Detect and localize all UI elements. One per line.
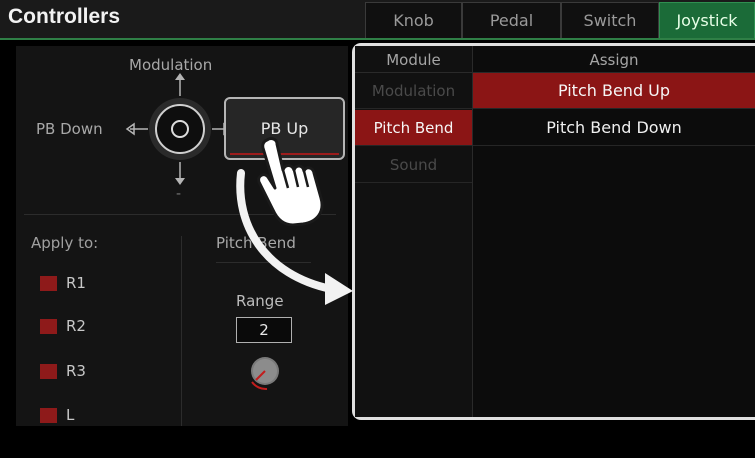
region-l-label: L	[66, 406, 75, 424]
assign-header: Assign	[589, 51, 639, 69]
region-r2-checkbox[interactable]	[40, 319, 57, 334]
tab-joystick[interactable]: Joystick	[659, 2, 755, 38]
range-value-field[interactable]: 2	[236, 317, 292, 343]
module-item-sound[interactable]: Sound	[355, 147, 472, 183]
region-l-checkbox[interactable]	[40, 408, 57, 423]
page-title: Controllers	[8, 5, 121, 28]
module-item-pitch-bend[interactable]: Pitch Bend	[355, 110, 472, 146]
tab-switch[interactable]: Switch	[561, 2, 659, 38]
region-r1-label: R1	[66, 274, 86, 292]
column-divider	[181, 236, 182, 426]
apply-to-label: Apply to:	[31, 234, 99, 252]
module-header: Module	[386, 51, 441, 69]
region-r3-checkbox[interactable]	[40, 364, 57, 379]
assign-item-pitch-bend-up[interactable]: Pitch Bend Up	[473, 73, 755, 109]
pointer-hand-icon	[257, 137, 324, 226]
joystick-icon[interactable]	[120, 70, 240, 190]
tab-pedal[interactable]: Pedal	[462, 2, 561, 38]
assign-item-pitch-bend-down[interactable]: Pitch Bend Down	[473, 110, 755, 146]
header-divider	[0, 38, 755, 40]
range-value: 2	[259, 321, 269, 339]
region-r3-label: R3	[66, 362, 86, 380]
module-item-modulation[interactable]: Modulation	[355, 73, 472, 109]
range-knob-icon[interactable]	[245, 352, 285, 392]
region-r2-label: R2	[66, 317, 86, 335]
tab-knob[interactable]: Knob	[365, 2, 462, 38]
pb-down-label: PB Down	[36, 120, 103, 138]
region-r1-checkbox[interactable]	[40, 276, 57, 291]
